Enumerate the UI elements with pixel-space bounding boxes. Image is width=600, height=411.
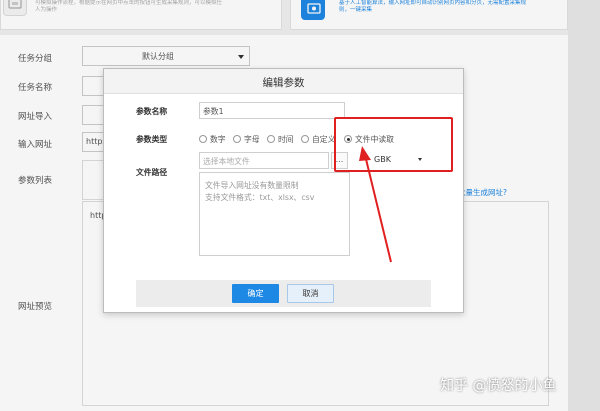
watermark: 知乎 @愤怒的小鱼	[440, 378, 557, 394]
annotation-arrow-icon	[359, 146, 392, 263]
